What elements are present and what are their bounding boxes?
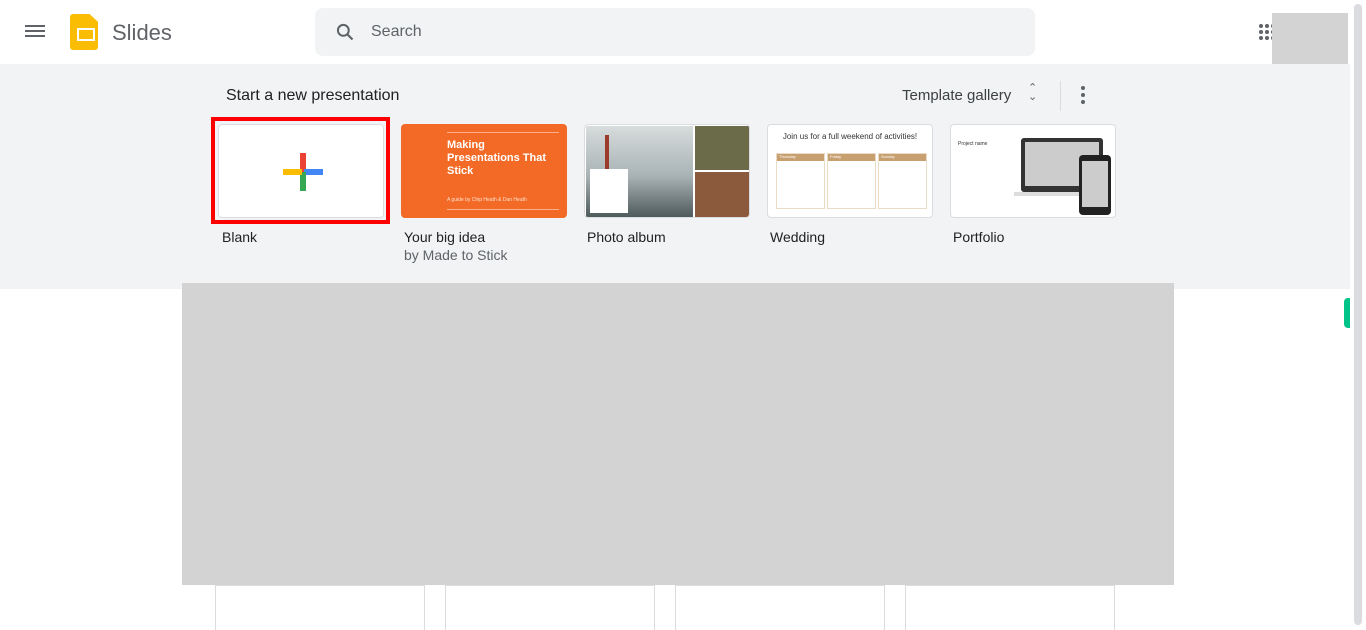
template-label: Wedding bbox=[770, 229, 826, 245]
recent-document-card[interactable] bbox=[675, 585, 885, 630]
divider bbox=[1060, 81, 1061, 111]
day-header: Friday bbox=[828, 154, 875, 161]
template-photo-album[interactable]: Photo album bbox=[584, 124, 750, 245]
your-big-idea-thumbnail[interactable]: Making Presentations That Stick A guide … bbox=[401, 124, 567, 218]
top-bar: Slides bbox=[0, 0, 1350, 64]
section-title: Start a new presentation bbox=[226, 87, 400, 104]
template-gallery-button[interactable]: Template gallery bbox=[902, 87, 1011, 104]
search-bar[interactable] bbox=[315, 8, 1035, 56]
search-input[interactable] bbox=[371, 8, 1011, 56]
thumb-title: Join us for a full weekend of activities… bbox=[782, 132, 918, 141]
loading-placeholder bbox=[182, 283, 1174, 585]
template-your-big-idea[interactable]: Making Presentations That Stick A guide … bbox=[401, 124, 567, 263]
more-options-icon[interactable] bbox=[1078, 84, 1088, 106]
unfold-icon[interactable]: ⌃ ⌄ bbox=[1028, 83, 1037, 103]
template-author: by Made to Stick bbox=[404, 247, 508, 263]
day-header: Sunday bbox=[879, 154, 926, 161]
template-label: Photo album bbox=[587, 229, 666, 245]
thumb-caption: A guide by Chip Heath & Dan Heath bbox=[447, 197, 527, 203]
template-portfolio[interactable]: Project name Portfolio bbox=[950, 124, 1116, 245]
photo-album-thumbnail[interactable] bbox=[584, 124, 750, 218]
blank-selection-highlight bbox=[211, 117, 390, 224]
template-label: Portfolio bbox=[953, 229, 1005, 245]
template-label: Your big idea bbox=[404, 229, 486, 245]
recent-document-card[interactable] bbox=[215, 585, 425, 630]
main-menu-icon[interactable] bbox=[24, 22, 46, 40]
scrollbar[interactable] bbox=[1354, 4, 1362, 625]
recent-document-card[interactable] bbox=[445, 585, 655, 630]
template-wedding[interactable]: Join us for a full weekend of activities… bbox=[767, 124, 933, 245]
search-icon[interactable] bbox=[335, 22, 355, 42]
thumb-title: Project name bbox=[958, 141, 988, 147]
portfolio-thumbnail[interactable]: Project name bbox=[950, 124, 1116, 218]
account-avatar[interactable] bbox=[1272, 13, 1348, 64]
app-name[interactable]: Slides bbox=[112, 20, 172, 46]
day-header: Thursday bbox=[777, 154, 824, 161]
template-label: Blank bbox=[222, 229, 258, 245]
new-presentation-section: Start a new presentation Template galler… bbox=[0, 64, 1350, 289]
recent-document-card[interactable] bbox=[905, 585, 1115, 630]
thumb-title: Making Presentations That Stick bbox=[447, 139, 547, 177]
slides-logo-icon[interactable] bbox=[70, 14, 98, 50]
wedding-thumbnail[interactable]: Join us for a full weekend of activities… bbox=[767, 124, 933, 218]
side-panel-tab[interactable] bbox=[1344, 298, 1350, 328]
google-apps-icon[interactable] bbox=[1259, 24, 1275, 40]
